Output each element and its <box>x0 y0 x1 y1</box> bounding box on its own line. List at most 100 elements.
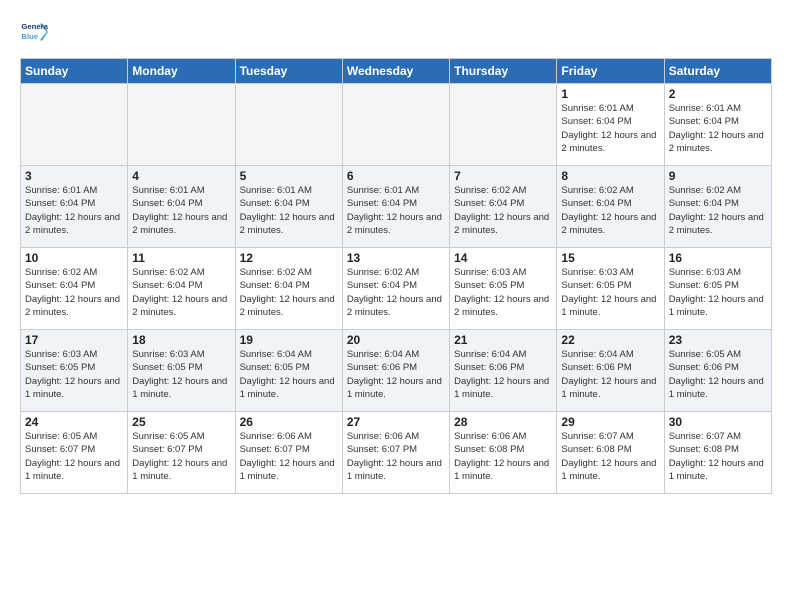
day-info: Sunrise: 6:01 AM Sunset: 6:04 PM Dayligh… <box>561 102 659 155</box>
day-info: Sunrise: 6:01 AM Sunset: 6:04 PM Dayligh… <box>240 184 338 237</box>
calendar-cell: 12Sunrise: 6:02 AM Sunset: 6:04 PM Dayli… <box>235 248 342 330</box>
weekday-header-wednesday: Wednesday <box>342 59 449 84</box>
calendar-cell: 18Sunrise: 6:03 AM Sunset: 6:05 PM Dayli… <box>128 330 235 412</box>
day-number: 3 <box>25 169 123 183</box>
day-info: Sunrise: 6:04 AM Sunset: 6:05 PM Dayligh… <box>240 348 338 401</box>
calendar-cell <box>21 84 128 166</box>
calendar-cell: 14Sunrise: 6:03 AM Sunset: 6:05 PM Dayli… <box>450 248 557 330</box>
day-number: 16 <box>669 251 767 265</box>
day-number: 12 <box>240 251 338 265</box>
day-number: 25 <box>132 415 230 429</box>
day-number: 14 <box>454 251 552 265</box>
weekday-header-tuesday: Tuesday <box>235 59 342 84</box>
day-number: 13 <box>347 251 445 265</box>
day-number: 8 <box>561 169 659 183</box>
calendar-cell: 8Sunrise: 6:02 AM Sunset: 6:04 PM Daylig… <box>557 166 664 248</box>
day-info: Sunrise: 6:02 AM Sunset: 6:04 PM Dayligh… <box>347 266 445 319</box>
calendar-week-5: 24Sunrise: 6:05 AM Sunset: 6:07 PM Dayli… <box>21 412 772 494</box>
weekday-header-saturday: Saturday <box>664 59 771 84</box>
day-info: Sunrise: 6:01 AM Sunset: 6:04 PM Dayligh… <box>669 102 767 155</box>
weekday-header-friday: Friday <box>557 59 664 84</box>
weekday-header-thursday: Thursday <box>450 59 557 84</box>
day-info: Sunrise: 6:02 AM Sunset: 6:04 PM Dayligh… <box>669 184 767 237</box>
day-info: Sunrise: 6:01 AM Sunset: 6:04 PM Dayligh… <box>347 184 445 237</box>
calendar-cell: 26Sunrise: 6:06 AM Sunset: 6:07 PM Dayli… <box>235 412 342 494</box>
day-number: 2 <box>669 87 767 101</box>
calendar-cell: 7Sunrise: 6:02 AM Sunset: 6:04 PM Daylig… <box>450 166 557 248</box>
day-number: 24 <box>25 415 123 429</box>
day-number: 28 <box>454 415 552 429</box>
calendar-week-4: 17Sunrise: 6:03 AM Sunset: 6:05 PM Dayli… <box>21 330 772 412</box>
calendar-cell: 21Sunrise: 6:04 AM Sunset: 6:06 PM Dayli… <box>450 330 557 412</box>
day-number: 15 <box>561 251 659 265</box>
calendar-cell: 15Sunrise: 6:03 AM Sunset: 6:05 PM Dayli… <box>557 248 664 330</box>
day-info: Sunrise: 6:01 AM Sunset: 6:04 PM Dayligh… <box>25 184 123 237</box>
day-number: 19 <box>240 333 338 347</box>
calendar-cell: 9Sunrise: 6:02 AM Sunset: 6:04 PM Daylig… <box>664 166 771 248</box>
day-info: Sunrise: 6:04 AM Sunset: 6:06 PM Dayligh… <box>454 348 552 401</box>
day-info: Sunrise: 6:05 AM Sunset: 6:07 PM Dayligh… <box>25 430 123 483</box>
day-number: 20 <box>347 333 445 347</box>
calendar-cell: 10Sunrise: 6:02 AM Sunset: 6:04 PM Dayli… <box>21 248 128 330</box>
logo: General Blue <box>20 18 48 46</box>
calendar-cell <box>450 84 557 166</box>
calendar-cell: 3Sunrise: 6:01 AM Sunset: 6:04 PM Daylig… <box>21 166 128 248</box>
day-info: Sunrise: 6:03 AM Sunset: 6:05 PM Dayligh… <box>25 348 123 401</box>
day-number: 21 <box>454 333 552 347</box>
calendar: SundayMondayTuesdayWednesdayThursdayFrid… <box>20 58 772 494</box>
day-info: Sunrise: 6:05 AM Sunset: 6:06 PM Dayligh… <box>669 348 767 401</box>
day-number: 29 <box>561 415 659 429</box>
header: General Blue <box>20 18 772 46</box>
svg-text:Blue: Blue <box>21 32 38 41</box>
calendar-cell <box>342 84 449 166</box>
day-info: Sunrise: 6:03 AM Sunset: 6:05 PM Dayligh… <box>561 266 659 319</box>
day-number: 5 <box>240 169 338 183</box>
day-info: Sunrise: 6:02 AM Sunset: 6:04 PM Dayligh… <box>132 266 230 319</box>
calendar-cell: 20Sunrise: 6:04 AM Sunset: 6:06 PM Dayli… <box>342 330 449 412</box>
day-number: 10 <box>25 251 123 265</box>
day-info: Sunrise: 6:03 AM Sunset: 6:05 PM Dayligh… <box>669 266 767 319</box>
day-info: Sunrise: 6:04 AM Sunset: 6:06 PM Dayligh… <box>561 348 659 401</box>
calendar-cell: 24Sunrise: 6:05 AM Sunset: 6:07 PM Dayli… <box>21 412 128 494</box>
calendar-cell: 11Sunrise: 6:02 AM Sunset: 6:04 PM Dayli… <box>128 248 235 330</box>
day-info: Sunrise: 6:02 AM Sunset: 6:04 PM Dayligh… <box>454 184 552 237</box>
day-info: Sunrise: 6:03 AM Sunset: 6:05 PM Dayligh… <box>454 266 552 319</box>
calendar-cell: 29Sunrise: 6:07 AM Sunset: 6:08 PM Dayli… <box>557 412 664 494</box>
page: General Blue SundayMondayTuesdayWednesda… <box>0 0 792 504</box>
day-info: Sunrise: 6:06 AM Sunset: 6:07 PM Dayligh… <box>347 430 445 483</box>
day-number: 23 <box>669 333 767 347</box>
day-number: 1 <box>561 87 659 101</box>
day-number: 17 <box>25 333 123 347</box>
calendar-week-3: 10Sunrise: 6:02 AM Sunset: 6:04 PM Dayli… <box>21 248 772 330</box>
day-number: 11 <box>132 251 230 265</box>
day-number: 9 <box>669 169 767 183</box>
calendar-cell: 27Sunrise: 6:06 AM Sunset: 6:07 PM Dayli… <box>342 412 449 494</box>
day-info: Sunrise: 6:02 AM Sunset: 6:04 PM Dayligh… <box>561 184 659 237</box>
day-number: 26 <box>240 415 338 429</box>
day-info: Sunrise: 6:07 AM Sunset: 6:08 PM Dayligh… <box>669 430 767 483</box>
calendar-cell: 1Sunrise: 6:01 AM Sunset: 6:04 PM Daylig… <box>557 84 664 166</box>
day-info: Sunrise: 6:06 AM Sunset: 6:08 PM Dayligh… <box>454 430 552 483</box>
day-info: Sunrise: 6:06 AM Sunset: 6:07 PM Dayligh… <box>240 430 338 483</box>
day-info: Sunrise: 6:03 AM Sunset: 6:05 PM Dayligh… <box>132 348 230 401</box>
day-info: Sunrise: 6:05 AM Sunset: 6:07 PM Dayligh… <box>132 430 230 483</box>
day-info: Sunrise: 6:04 AM Sunset: 6:06 PM Dayligh… <box>347 348 445 401</box>
day-number: 4 <box>132 169 230 183</box>
calendar-cell: 28Sunrise: 6:06 AM Sunset: 6:08 PM Dayli… <box>450 412 557 494</box>
day-info: Sunrise: 6:02 AM Sunset: 6:04 PM Dayligh… <box>25 266 123 319</box>
calendar-cell <box>235 84 342 166</box>
calendar-cell: 16Sunrise: 6:03 AM Sunset: 6:05 PM Dayli… <box>664 248 771 330</box>
weekday-header-sunday: Sunday <box>21 59 128 84</box>
day-number: 22 <box>561 333 659 347</box>
day-number: 18 <box>132 333 230 347</box>
calendar-cell: 19Sunrise: 6:04 AM Sunset: 6:05 PM Dayli… <box>235 330 342 412</box>
calendar-week-1: 1Sunrise: 6:01 AM Sunset: 6:04 PM Daylig… <box>21 84 772 166</box>
calendar-cell: 6Sunrise: 6:01 AM Sunset: 6:04 PM Daylig… <box>342 166 449 248</box>
weekday-header-monday: Monday <box>128 59 235 84</box>
calendar-cell <box>128 84 235 166</box>
calendar-week-2: 3Sunrise: 6:01 AM Sunset: 6:04 PM Daylig… <box>21 166 772 248</box>
day-info: Sunrise: 6:07 AM Sunset: 6:08 PM Dayligh… <box>561 430 659 483</box>
calendar-cell: 5Sunrise: 6:01 AM Sunset: 6:04 PM Daylig… <box>235 166 342 248</box>
day-number: 27 <box>347 415 445 429</box>
calendar-cell: 22Sunrise: 6:04 AM Sunset: 6:06 PM Dayli… <box>557 330 664 412</box>
